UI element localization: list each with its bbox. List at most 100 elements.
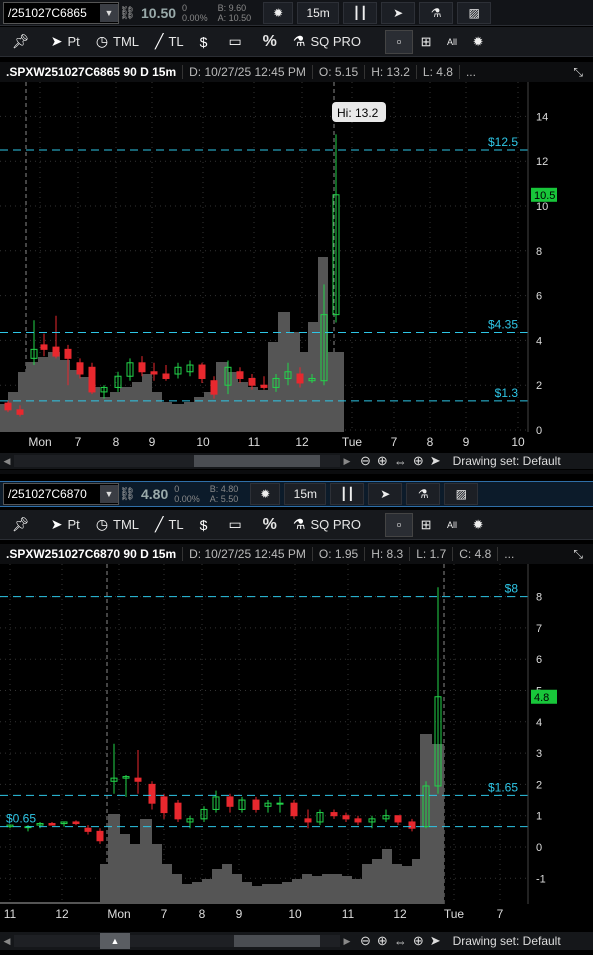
trendline-tool[interactable]: ╱ TL bbox=[155, 516, 184, 533]
candle-body bbox=[276, 802, 284, 805]
all-button[interactable]: All bbox=[439, 514, 465, 536]
symbol-input[interactable]: /251027C6865 bbox=[4, 6, 100, 20]
flask-icon[interactable]: ⚗ bbox=[406, 483, 441, 505]
volume-bar bbox=[100, 864, 108, 904]
candle-body bbox=[84, 827, 92, 832]
sq-pro-tool[interactable]: ⚗ SQ PRO bbox=[293, 516, 361, 533]
chart-1-svg[interactable]: 14 12 10 8 6 4 2 0 Mon 7 8 9 10 11 12 Tue 7 8 9 10 $12.5 $4.3… bbox=[0, 82, 593, 452]
drawing-set-label[interactable]: Drawing set: Default bbox=[453, 454, 561, 468]
candle-body bbox=[16, 409, 24, 415]
collapse-icon[interactable]: ⤡ bbox=[573, 65, 583, 80]
tml-tool[interactable]: ◷ TML bbox=[96, 33, 139, 50]
settings-gear-icon[interactable]: ✹ bbox=[465, 514, 491, 536]
more-info[interactable]: ... bbox=[460, 65, 482, 79]
volume-bar bbox=[120, 834, 130, 904]
zoom-out-icon[interactable]: ⊖ bbox=[360, 933, 371, 949]
expand-handle-icon[interactable]: ▲ bbox=[100, 933, 130, 949]
panel2-header: /251027C6870 ▼ ⛓ 4.80 0 0.00% B: 4.80 A: 5… bbox=[0, 481, 593, 507]
gear-icon[interactable]: ✹ bbox=[250, 483, 281, 505]
settings-gear-icon[interactable]: ✹ bbox=[465, 31, 491, 53]
pointer-tool[interactable]: ➤ Pt bbox=[51, 33, 80, 50]
fit-icon[interactable]: ⇔ bbox=[394, 454, 407, 469]
cursor-icon[interactable]: ➤ bbox=[381, 1, 416, 24]
link-icon[interactable]: ⛓ bbox=[119, 5, 136, 21]
x-axis-tick-label: 7 bbox=[497, 907, 504, 921]
candle-body bbox=[226, 796, 234, 807]
rectangle-tool[interactable]: ▭ bbox=[228, 516, 246, 533]
tml-tool[interactable]: ◷ TML bbox=[96, 516, 139, 533]
zoom-in-icon[interactable]: ⊕ bbox=[377, 453, 388, 469]
chevron-down-icon[interactable]: ▼ bbox=[100, 3, 118, 22]
pin-tool[interactable]: 📌︎ bbox=[12, 33, 35, 50]
price-level-tool[interactable]: $ bbox=[200, 517, 213, 533]
crosshair-icon[interactable]: ⊕ bbox=[413, 933, 424, 949]
pointer-tool[interactable]: ➤ Pt bbox=[51, 516, 80, 533]
cursor-icon[interactable]: ➤ bbox=[430, 933, 441, 949]
chart-2-svg[interactable]: 876543210-11112Mon789101112Tue7$8$1.65$0… bbox=[0, 564, 593, 930]
scroll-thumb[interactable] bbox=[234, 935, 320, 947]
price-chart-1[interactable]: 14 12 10 8 6 4 2 0 Mon 7 8 9 10 11 12 Tue 7 8 9 10 $12.5 $4.3… bbox=[0, 82, 593, 452]
link-icon[interactable]: ⛓ bbox=[119, 486, 136, 502]
single-layout-button[interactable]: ▫ bbox=[385, 29, 414, 54]
volume-bar bbox=[382, 849, 392, 904]
all-button[interactable]: All bbox=[439, 31, 465, 53]
percent-tool[interactable]: % bbox=[263, 33, 277, 51]
zoom-out-icon[interactable]: ⊖ bbox=[360, 453, 371, 469]
volume-bar bbox=[108, 814, 120, 904]
fit-icon[interactable]: ⇔ bbox=[394, 934, 407, 949]
single-layout-button[interactable]: ▫ bbox=[385, 512, 414, 537]
timeframe-button[interactable]: 15m bbox=[284, 483, 327, 505]
high-tooltip: Hi: 13.2 bbox=[332, 102, 386, 122]
scroll-track[interactable] bbox=[14, 455, 340, 467]
price-chart-2[interactable]: 876543210-11112Mon789101112Tue7$8$1.65$0… bbox=[0, 564, 593, 930]
timeframe-button[interactable]: 15m bbox=[297, 1, 340, 24]
gear-icon[interactable]: ✹ bbox=[263, 1, 294, 24]
volume-bar bbox=[192, 882, 202, 904]
volume-bar bbox=[142, 374, 152, 432]
collapse-icon[interactable]: ⤡ bbox=[573, 547, 583, 562]
volume-bar bbox=[172, 404, 184, 432]
low-value: L: 4.8 bbox=[417, 65, 460, 79]
percent-tool[interactable]: % bbox=[263, 516, 277, 534]
scroll-thumb[interactable] bbox=[194, 455, 320, 467]
pin-tool[interactable]: 📌︎ bbox=[12, 516, 35, 533]
candle-body bbox=[210, 380, 218, 395]
volume-bar bbox=[100, 397, 110, 432]
drawing-toolbar: 📌︎ ➤ Pt ◷ TML ╱ TL $ ▭ % ⚗ SQ PRO ▫ ⊞ All ✹ bbox=[0, 27, 593, 57]
scroll-track[interactable]: ▲ bbox=[14, 933, 340, 949]
crosshair-icon[interactable]: ⊕ bbox=[413, 453, 424, 469]
flask-icon[interactable]: ⚗ bbox=[419, 1, 454, 24]
panel-divider[interactable] bbox=[0, 470, 593, 474]
sq-pro-tool[interactable]: ⚗ SQ PRO bbox=[293, 33, 361, 50]
volume-bar bbox=[322, 874, 332, 904]
grid-layout-button[interactable]: ⊞ bbox=[413, 514, 439, 536]
drawings-icon[interactable]: ▨ bbox=[457, 1, 492, 24]
volume-bar bbox=[120, 387, 132, 432]
price-level-tool[interactable]: $ bbox=[200, 34, 213, 50]
trendline-tool[interactable]: ╱ TL bbox=[155, 33, 184, 50]
candle-body bbox=[342, 815, 350, 820]
scroll-right-icon[interactable]: ▶ bbox=[340, 456, 354, 467]
zoom-in-icon[interactable]: ⊕ bbox=[377, 933, 388, 949]
candle-style-icon[interactable]: ┃┃ bbox=[330, 483, 365, 505]
drawings-icon[interactable]: ▨ bbox=[444, 483, 479, 505]
more-info[interactable]: ... bbox=[498, 547, 520, 561]
symbol-selector[interactable]: /251027C6865 ▼ bbox=[3, 1, 119, 24]
drawing-set-label[interactable]: Drawing set: Default bbox=[453, 934, 561, 948]
chart-info-bar: .SPXW251027C6865 90 D 15m D: 10/27/25 12… bbox=[0, 62, 593, 82]
candle-style-icon[interactable]: ┃┃ bbox=[343, 1, 378, 24]
cursor-icon[interactable]: ➤ bbox=[430, 453, 441, 469]
candle-body bbox=[134, 777, 142, 782]
pin-icon: 📌︎ bbox=[12, 33, 30, 49]
scroll-left-icon[interactable]: ◀ bbox=[0, 456, 14, 467]
y-axis-tick-label: 0 bbox=[536, 425, 542, 437]
symbol-selector[interactable]: /251027C6870 ▼ bbox=[3, 483, 119, 505]
grid-layout-button[interactable]: ⊞ bbox=[413, 31, 439, 53]
symbol-input[interactable]: /251027C6870 bbox=[4, 487, 100, 501]
scroll-left-icon[interactable]: ◀ bbox=[0, 936, 14, 947]
volume-bar bbox=[232, 874, 242, 904]
cursor-icon[interactable]: ➤ bbox=[368, 483, 403, 505]
scroll-right-icon[interactable]: ▶ bbox=[340, 936, 354, 947]
chevron-down-icon[interactable]: ▼ bbox=[100, 485, 118, 503]
rectangle-tool[interactable]: ▭ bbox=[228, 33, 246, 50]
